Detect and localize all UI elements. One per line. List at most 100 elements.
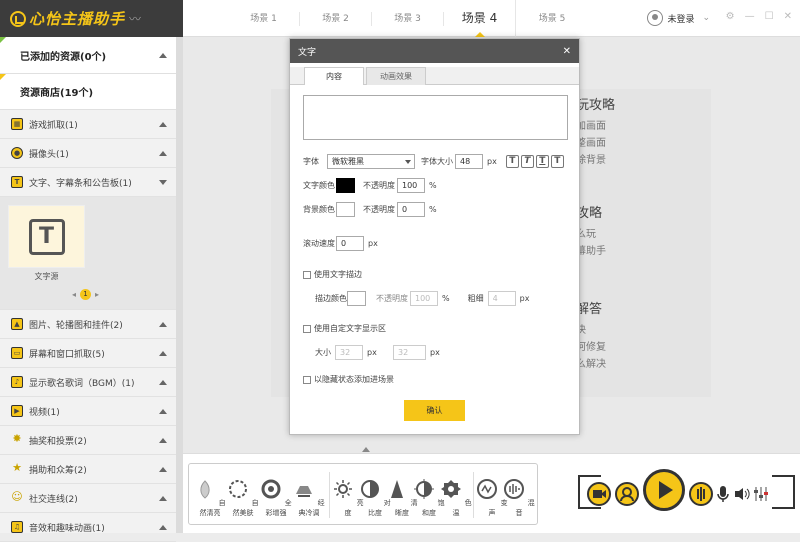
effect-reverb[interactable]: 混音 — [503, 478, 535, 518]
video-icon: ▶ — [11, 405, 23, 417]
text-dialog: 文字 ✕ 内容 动画效果 字体 微软雅黑 字体大小 48 px T T T T … — [289, 38, 580, 435]
text-input[interactable] — [303, 95, 568, 140]
collapse-icon — [159, 179, 167, 185]
camera-button[interactable] — [587, 482, 611, 506]
camera-icon — [593, 490, 606, 498]
added-resources-header[interactable]: 已添加的资源(0个) — [0, 37, 176, 74]
text-source-card[interactable]: T — [8, 205, 85, 268]
custom-area-checkbox[interactable] — [303, 324, 311, 333]
expand-icon — [159, 150, 167, 156]
expand-icon — [159, 321, 167, 327]
stroke-opacity-input[interactable]: 100 — [410, 291, 438, 306]
voice-change-icon — [477, 479, 498, 499]
top-bar: 场景 1 场景 2 场景 3 场景 4 场景 5 未登录 ⌄ ⚙ — ☐ ✕ — [183, 0, 800, 37]
user-button[interactable] — [615, 482, 639, 506]
mixer-icon[interactable] — [753, 484, 769, 504]
expand-icon — [159, 408, 167, 414]
help-link[interactable]: 除背景 — [576, 152, 615, 169]
page-number[interactable]: 1 — [80, 289, 92, 300]
bottom-toolbar: 自然清亮 自然美肤 全彩增强 经典冷调 亮度 对比度 清晰度 饱和度 色温 变声… — [183, 447, 800, 533]
sidebar-item-video[interactable]: ▶ 视频(1) — [0, 397, 176, 426]
play-icon — [659, 481, 673, 499]
gear-icon[interactable]: ⚙ — [726, 11, 735, 22]
next-page-icon[interactable]: ▸ — [95, 290, 99, 299]
tab-scene-2[interactable]: 场景 2 — [300, 11, 372, 26]
record-button[interactable] — [689, 482, 713, 506]
text-color-swatch[interactable] — [336, 178, 355, 193]
effect-nature[interactable]: 自然清亮 — [194, 478, 226, 518]
tab-scene-3[interactable]: 场景 3 — [372, 11, 444, 26]
help-link[interactable]: 决 — [576, 322, 606, 339]
help-link[interactable]: 何修复 — [576, 339, 606, 356]
tab-scene-1[interactable]: 场景 1 — [228, 11, 300, 26]
sound-icon: ♫ — [11, 521, 23, 533]
effect-beauty[interactable]: 自然美肤 — [227, 478, 259, 518]
tab-content[interactable]: 内容 — [304, 67, 364, 85]
sidebar-item-camera[interactable]: ● 摄像头(1) — [0, 139, 176, 168]
underline-button[interactable]: T — [535, 155, 549, 168]
sidebar-item-text[interactable]: T 文字、字幕条和公告板(1) — [0, 168, 176, 197]
effect-color-temp[interactable]: 色温 — [440, 478, 472, 518]
close-icon[interactable]: ✕ — [563, 46, 571, 57]
sidebar: 已添加的资源(0个) 资源商店(19个) ▦ 游戏抓取(1) ● 摄像头(1) T文… — [0, 37, 176, 542]
bg-opacity-input[interactable]: 0 — [397, 202, 425, 217]
bracket-right-icon — [772, 475, 795, 509]
tab-animation[interactable]: 动画效果 — [366, 67, 426, 85]
tab-scene-4[interactable]: 场景 4 — [444, 0, 516, 37]
effect-enhance[interactable]: 全彩增强 — [260, 478, 292, 518]
start-live-button[interactable] — [643, 469, 685, 511]
text-icon: T — [11, 176, 23, 188]
font-size-input[interactable]: 48 — [455, 154, 483, 169]
bg-color-swatch[interactable] — [336, 202, 355, 217]
scroll-speed-input[interactable]: 0 — [336, 236, 364, 251]
screen-icon: ▭ — [11, 347, 23, 359]
sharpness-icon — [391, 480, 404, 498]
sidebar-item-social[interactable]: ☺ 社交连线(2) — [0, 484, 176, 513]
italic-button[interactable]: T — [520, 155, 534, 168]
sidebar-item-music[interactable]: ♪ 显示歌名歌词（BGM）(1) — [0, 368, 176, 397]
confirm-button[interactable]: 确认 — [404, 400, 465, 421]
tab-scene-5[interactable]: 场景 5 — [516, 12, 588, 26]
resource-store-header[interactable]: 资源商店(19个) — [0, 74, 176, 110]
sidebar-item-donate[interactable]: ★ 捐助和众筹(2) — [0, 455, 176, 484]
expand-toolbar-icon[interactable] — [362, 447, 370, 452]
help-link[interactable]: 整画面 — [576, 135, 615, 152]
text-opacity-input[interactable]: 100 — [397, 178, 425, 193]
expand-icon — [159, 437, 167, 443]
prev-page-icon[interactable]: ◂ — [72, 290, 76, 299]
image-icon: ▲ — [11, 318, 23, 330]
close-icon[interactable]: ✕ — [784, 11, 792, 22]
area-height-input[interactable]: 32 — [393, 345, 426, 360]
user-menu[interactable]: 未登录 ⌄ — [647, 10, 710, 26]
reverb-icon — [504, 479, 525, 499]
sidebar-item-image[interactable]: ▲ 图片、轮播图和挂件(2) — [0, 310, 176, 339]
help-link[interactable]: 么解决 — [576, 356, 606, 373]
help-link[interactable]: 加画面 — [576, 118, 615, 135]
bold-button[interactable]: T — [505, 155, 519, 168]
sidebar-item-game[interactable]: ▦ 游戏抓取(1) — [0, 110, 176, 139]
expand-icon — [159, 379, 167, 385]
expand-icon — [159, 466, 167, 472]
help-link[interactable]: 幕助手 — [576, 243, 606, 260]
stroke-color-swatch[interactable] — [347, 291, 366, 306]
minimize-icon[interactable]: — — [745, 11, 755, 22]
speaker-icon[interactable] — [733, 486, 751, 502]
stroke-checkbox[interactable] — [303, 270, 311, 279]
effect-classic[interactable]: 经典冷调 — [293, 478, 325, 518]
font-select[interactable]: 微软雅黑 — [327, 154, 415, 169]
vertical-text-button[interactable]: T — [550, 155, 564, 168]
app-logo: 心怡主播助手 〰 — [0, 0, 183, 37]
hidden-add-checkbox[interactable] — [303, 375, 311, 384]
help-link[interactable]: 么玩 — [576, 226, 606, 243]
thickness-input[interactable]: 4 — [487, 291, 516, 306]
area-width-input[interactable]: 32 — [335, 345, 363, 360]
lottery-icon: ✸ — [12, 432, 22, 445]
maximize-icon[interactable]: ☐ — [765, 11, 774, 22]
sidebar-item-lottery[interactable]: ✸ 抽奖和投票(2) — [0, 426, 176, 455]
game-icon: ▦ — [11, 118, 23, 130]
sidebar-scrollbar[interactable] — [176, 37, 183, 533]
microphone-icon[interactable] — [716, 484, 730, 504]
sidebar-item-screen[interactable]: ▭ 屏幕和窗口抓取(5) — [0, 339, 176, 368]
social-icon: ☺ — [11, 490, 23, 503]
sidebar-item-sound[interactable]: ♫ 音效和趣味动画(1) — [0, 513, 176, 542]
